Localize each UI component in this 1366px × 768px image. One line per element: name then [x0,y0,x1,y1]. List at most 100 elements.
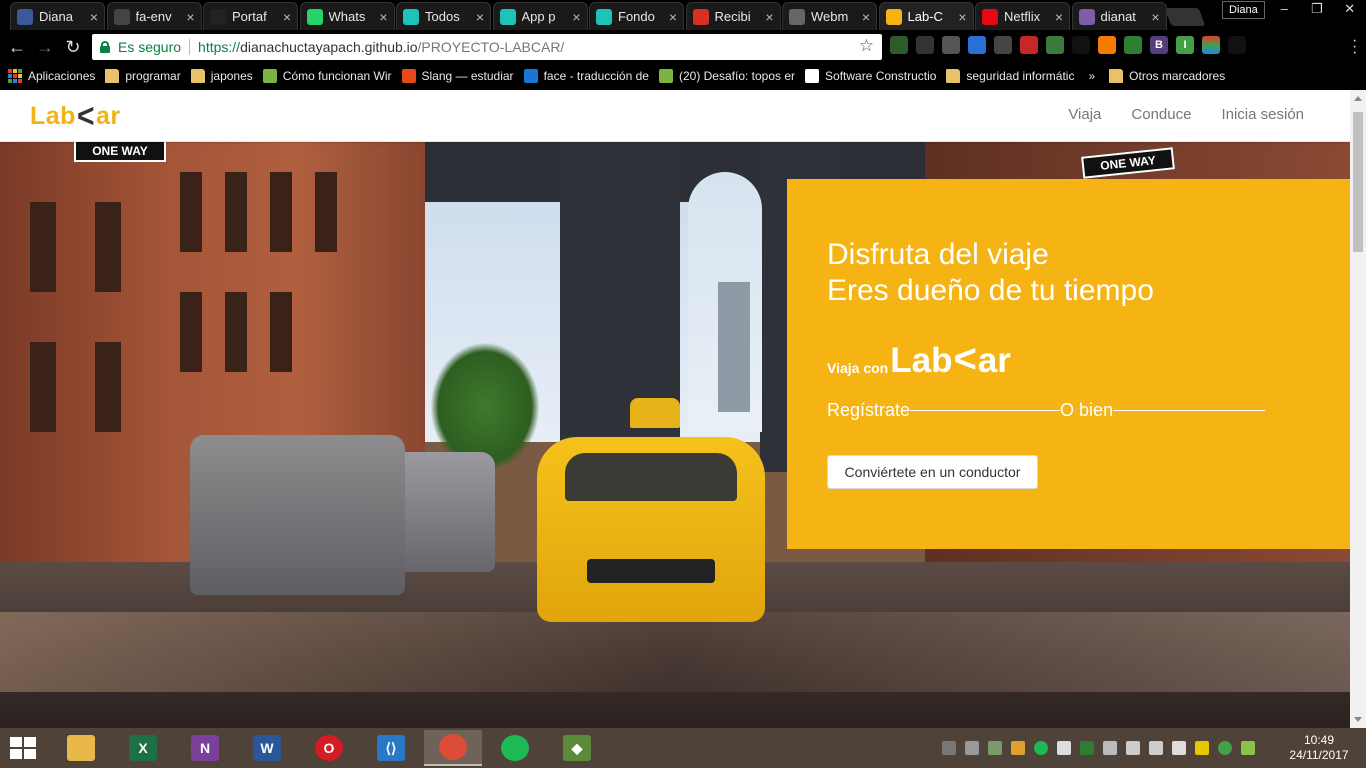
extension-icon[interactable] [1228,36,1246,54]
flag-icon[interactable] [1057,741,1071,755]
bookmarks-bar: Aplicaciones programar japones Cómo funcion… [0,62,1366,90]
taskbar-app-vscode[interactable]: ⟨⟩ [362,730,420,766]
display-icon[interactable] [1126,741,1140,755]
tab-close-icon[interactable]: × [765,9,773,25]
tray-app-icon[interactable] [1218,741,1232,755]
camera-icon[interactable] [994,36,1012,54]
system-clock[interactable]: 10:49 24/11/2017 [1284,733,1354,763]
browser-tab[interactable]: fa-env × [106,2,202,30]
other-bookmarks-label: Otros marcadores [1129,69,1226,83]
scroll-up-icon[interactable] [1354,96,1362,101]
tab-close-icon[interactable]: × [476,9,484,25]
browser-tab[interactable]: Whats × [299,2,395,30]
windows-start-icon[interactable] [8,736,40,760]
taskbar-app-chrome[interactable] [424,730,482,766]
maximize-icon[interactable]: ❐ [1301,0,1334,20]
tab-close-icon[interactable]: × [1055,9,1063,25]
wifi-signal-icon[interactable] [1241,741,1255,755]
extension-icon[interactable] [1202,36,1220,54]
tray-app-icon[interactable] [1011,741,1025,755]
spotify-tray-icon[interactable] [1034,741,1048,755]
taskbar-app-spotify[interactable] [486,730,544,766]
bookmark-item[interactable]: seguridad informátic [946,69,1074,83]
extension-icon[interactable] [1124,36,1142,54]
extension-icon[interactable] [1072,36,1090,54]
nav-link-viaja[interactable]: Viaja [1068,106,1101,123]
register-link[interactable]: Regístrate [827,400,910,421]
browser-tab[interactable]: Todos × [396,2,491,30]
become-driver-button[interactable]: Conviértete en un conductor [827,455,1038,489]
browser-tab[interactable]: Netflix × [975,2,1070,30]
bookmark-item[interactable]: Software Constructio [805,69,936,83]
bookmark-star-icon[interactable]: ☆ [859,36,874,56]
more-bookmarks-button[interactable]: » [1088,69,1095,83]
bookmark-item[interactable]: Aplicaciones [8,69,95,83]
taskbar-app-excel[interactable]: X [114,730,172,766]
bootstrap-icon[interactable]: B [1150,36,1168,54]
tray-app-icon[interactable] [965,741,979,755]
browser-tab[interactable]: Webm × [782,2,877,30]
tray-app-icon[interactable] [1080,741,1094,755]
minimize-icon[interactable]: – [1268,0,1301,20]
browser-tab[interactable]: Fondo × [589,2,684,30]
tab-close-icon[interactable]: × [186,9,194,25]
translate-icon[interactable] [968,36,986,54]
taskbar-app-opera[interactable]: O [300,730,358,766]
extension-icon[interactable] [916,36,934,54]
browser-tab[interactable]: Portaf × [203,2,298,30]
scroll-down-icon[interactable] [1354,717,1362,722]
extension-icon[interactable]: I [1176,36,1194,54]
extension-icon[interactable] [942,36,960,54]
tab-close-icon[interactable]: × [572,9,580,25]
tab-close-icon[interactable]: × [283,9,291,25]
back-arrow-icon[interactable]: ← [6,36,28,58]
nav-link-inicia-sesion[interactable]: Inicia sesión [1221,106,1304,123]
tab-close-icon[interactable]: × [90,9,98,25]
tab-close-icon[interactable]: × [862,9,870,25]
battery-icon[interactable] [1103,741,1117,755]
tab-close-icon[interactable]: × [958,9,966,25]
browser-tab[interactable]: Lab-C × [878,2,974,30]
labcar-logo[interactable]: Lab < ar [30,99,121,132]
profile-button[interactable]: Diana [1222,1,1265,19]
taskbar-app-onenote[interactable]: N [176,730,234,766]
tab-close-icon[interactable]: × [669,9,677,25]
extension-icon[interactable] [1046,36,1064,54]
close-window-icon[interactable]: ✕ [1333,0,1366,20]
pdf-icon[interactable] [1020,36,1038,54]
other-bookmarks[interactable]: Otros marcadores [1109,69,1225,83]
bookmark-item[interactable]: face - traducción de [523,69,649,83]
forward-arrow-icon[interactable]: → [34,36,56,58]
browser-tab[interactable]: App p × [492,2,588,30]
browser-tab[interactable]: Diana × [10,2,105,30]
bookmark-item[interactable]: (20) Desafío: topos er [658,69,795,83]
tab-close-icon[interactable]: × [1151,9,1159,25]
scrollbar-thumb[interactable] [1353,112,1363,252]
new-tab-button[interactable] [1164,8,1206,26]
nav-link-conduce[interactable]: Conduce [1131,106,1191,123]
chrome-menu-icon[interactable]: · · · [1352,33,1358,61]
browser-tab[interactable]: Recibi × [685,2,781,30]
address-bar[interactable]: Es seguro https://dianachuctayapach.gith… [92,34,882,60]
taskbar-app-word[interactable]: W [238,730,296,766]
tray-app-icon[interactable] [1149,741,1163,755]
bookmark-item[interactable]: Slang — estudiar [401,69,514,83]
edx-icon [805,69,820,83]
reload-icon[interactable]: ↻ [62,36,84,58]
tab-close-icon[interactable]: × [379,9,387,25]
bookmark-item[interactable]: Cómo funcionan Wir [262,69,392,83]
browser-tab[interactable]: dianat × [1071,2,1167,30]
volume-icon[interactable] [1172,741,1186,755]
bookmark-label: Software Constructio [825,69,937,83]
taskbar-app-file-explorer[interactable] [52,730,110,766]
bookmark-item[interactable]: japones [190,69,253,83]
bookmark-item[interactable]: programar [105,69,181,83]
tray-app-icon[interactable] [1195,741,1209,755]
network-icon[interactable] [942,741,956,755]
taskbar-app-git-gui[interactable]: ◆ [548,730,606,766]
extension-icon[interactable] [1098,36,1116,54]
tray-app-icon[interactable] [988,741,1002,755]
yellow-taxi [537,437,765,622]
extension-icon[interactable] [890,36,908,54]
page-scrollbar[interactable] [1350,90,1366,728]
